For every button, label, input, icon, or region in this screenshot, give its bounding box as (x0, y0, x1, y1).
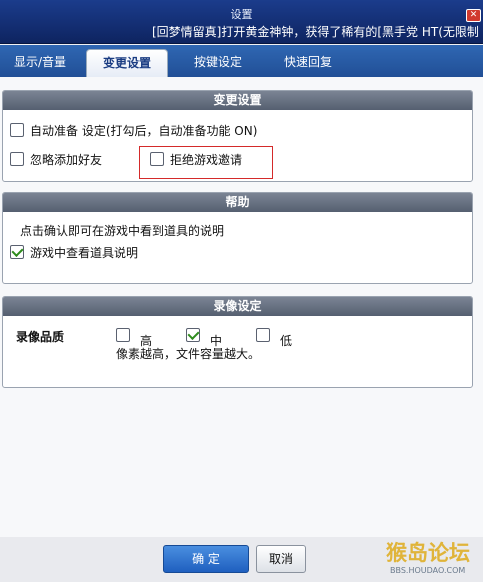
close-button[interactable]: ✕ (466, 9, 481, 22)
tab-change-settings[interactable]: 变更设置 (86, 49, 168, 77)
quality-low-radio[interactable] (256, 328, 270, 342)
recording-quality-label: 录像品质 (16, 330, 65, 344)
tab-key-settings[interactable]: 按键设定 (178, 49, 258, 77)
ignore-friend-label: 忽略添加好友 (30, 153, 103, 167)
help-header: 帮助 (3, 193, 472, 212)
recording-header: 录像设定 (3, 297, 472, 316)
announcement-marquee: [回梦情留真]打开黄金神钟，获得了稀有的[黑手党 HT(无限制 (152, 25, 479, 39)
help-description: 点击确认即可在游戏中看到道具的说明 (20, 224, 225, 238)
ignore-friend-checkbox[interactable] (10, 152, 24, 166)
tab-display-volume[interactable]: 显示/音量 (0, 49, 80, 77)
quality-high-radio[interactable] (116, 328, 130, 342)
recording-panel: 录像设定 (2, 296, 473, 388)
change-settings-header: 变更设置 (3, 91, 472, 110)
cancel-button[interactable]: 取消 (256, 545, 306, 573)
title-bar: 设置 [回梦情留真]打开黄金神钟，获得了稀有的[黑手党 HT(无限制 ✕ (0, 0, 483, 44)
show-item-desc-checkbox[interactable] (10, 245, 24, 259)
quality-high-label: 高 (140, 334, 153, 348)
tab-bar: 显示/音量 变更设置 按键设定 快速回复 (0, 45, 483, 77)
ok-button[interactable]: 确 定 (163, 545, 249, 573)
reject-invite-checkbox[interactable] (150, 152, 164, 166)
auto-ready-label: 自动准备 设定(打勾后，自动准备功能 ON) (30, 124, 258, 138)
quality-medium-radio[interactable] (186, 328, 200, 342)
auto-ready-checkbox[interactable] (10, 123, 24, 137)
reject-invite-label: 拒绝游戏邀请 (170, 153, 243, 167)
recording-note: 像素越高，文件容量越大。 (116, 347, 261, 361)
quality-medium-label: 中 (210, 334, 223, 348)
tab-quick-reply[interactable]: 快速回复 (268, 49, 348, 77)
close-icon: ✕ (469, 10, 478, 20)
show-item-desc-label: 游戏中查看道具说明 (30, 246, 139, 260)
watermark-logo: 猴岛论坛 (386, 541, 470, 565)
watermark-url: BBS.HOUDAO.COM (390, 566, 466, 575)
help-panel: 帮助 (2, 192, 473, 284)
window-title: 设置 (230, 8, 253, 21)
quality-low-label: 低 (280, 334, 293, 348)
